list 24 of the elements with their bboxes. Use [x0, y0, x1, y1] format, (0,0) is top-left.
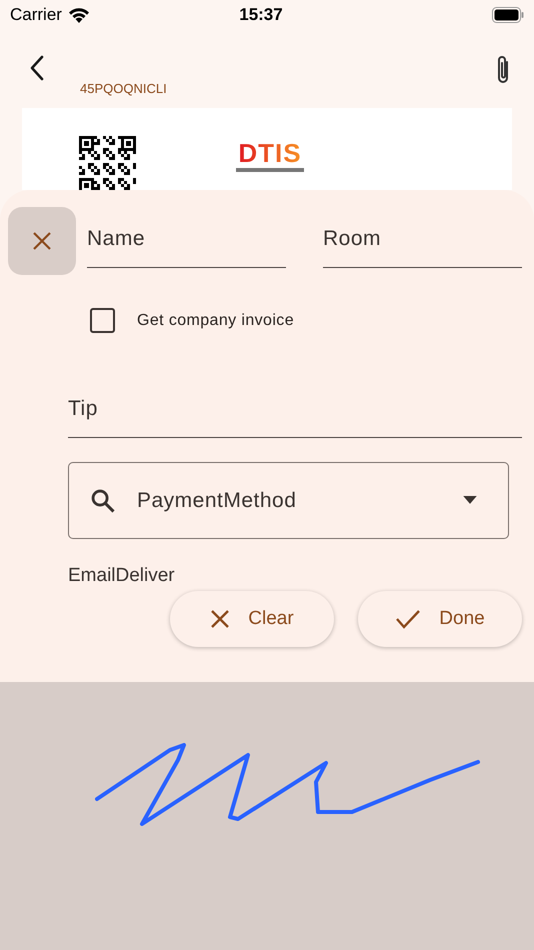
dropdown-caret-icon: [462, 496, 478, 505]
battery-icon: [492, 7, 524, 23]
back-icon[interactable]: [30, 55, 44, 81]
clock-time: 15:37: [238, 5, 284, 25]
invoice-label: Get company invoice: [137, 312, 294, 330]
name-field[interactable]: Name: [87, 207, 286, 268]
room-field[interactable]: Room: [323, 207, 522, 268]
order-code: 45PQOQNICLI: [80, 81, 168, 96]
clear-button[interactable]: Clear: [170, 591, 334, 647]
checkmark-icon: [395, 609, 422, 629]
payment-method-dropdown[interactable]: PaymentMethod: [68, 462, 509, 539]
tip-field[interactable]: Tip: [68, 377, 522, 438]
invoice-checkbox[interactable]: [90, 308, 115, 333]
carrier-name: Carrier: [10, 5, 62, 25]
close-button[interactable]: [8, 207, 76, 275]
search-icon: [89, 486, 117, 514]
email-deliver-label: EmailDeliver: [68, 565, 176, 587]
done-button[interactable]: Done: [358, 591, 522, 647]
close-icon: [32, 231, 52, 251]
payment-method-placeholder: PaymentMethod: [137, 488, 298, 512]
close-icon: [210, 609, 230, 629]
logo-tagline-bar: [236, 168, 304, 172]
wifi-icon: [68, 7, 90, 23]
qr-code-icon: [79, 136, 136, 190]
